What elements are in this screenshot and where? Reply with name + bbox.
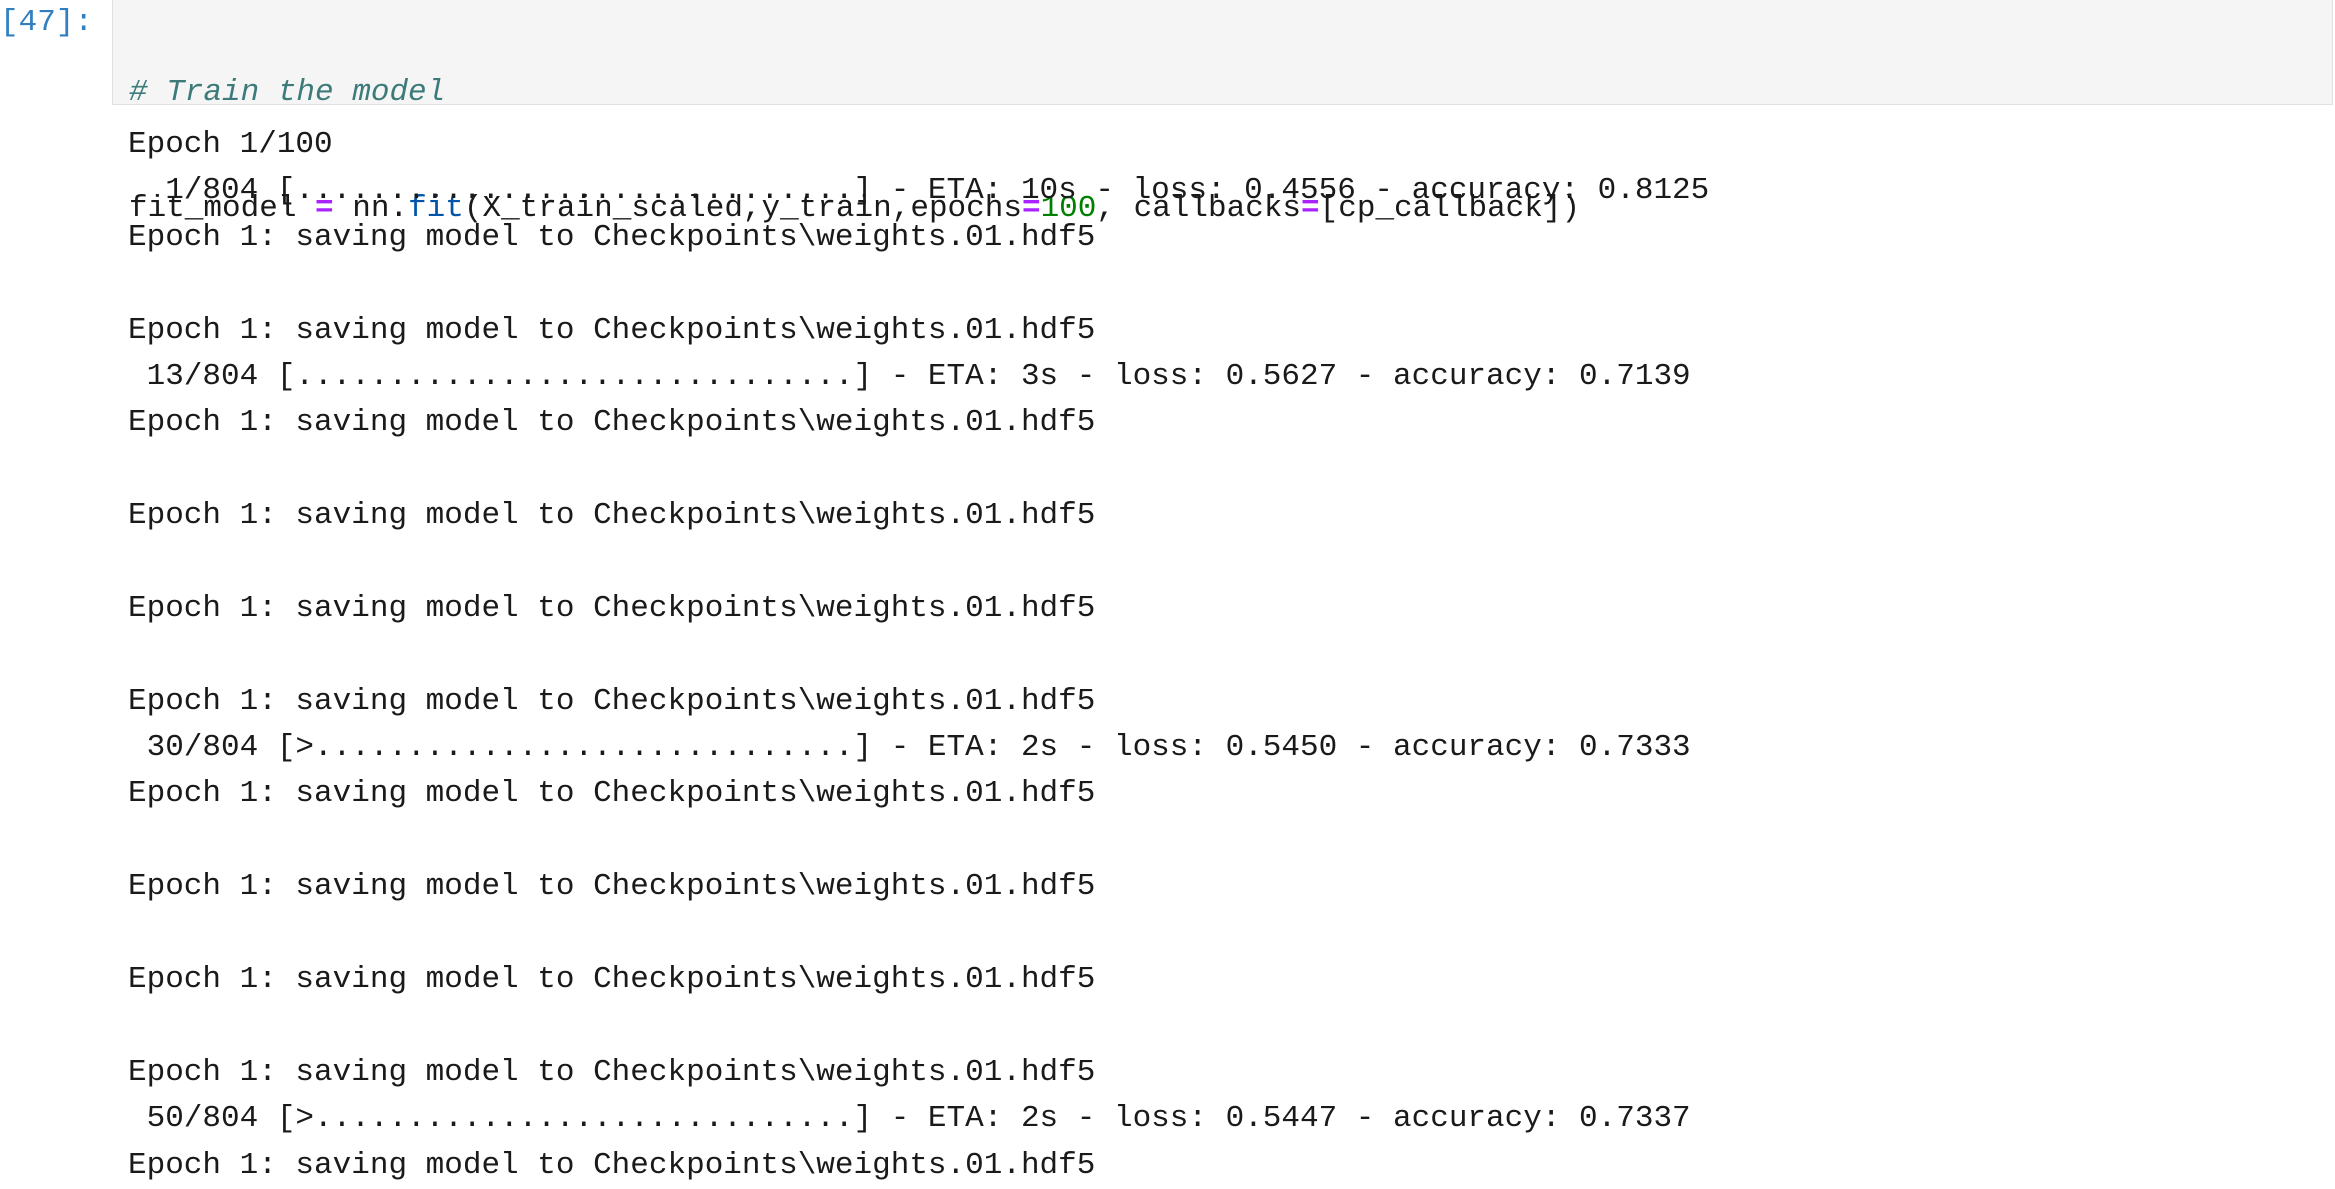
code-cell-input[interactable]: # Train the model fit_model = nn.fit(X_t…	[112, 0, 2333, 226]
output-line: Epoch 1: saving model to Checkpoints\wei…	[128, 405, 1096, 441]
output-line: Epoch 1: saving model to Checkpoints\wei…	[128, 1054, 1096, 1090]
cell-output: Epoch 1/100 1/804 [.....................…	[128, 122, 1709, 1189]
output-line: Epoch 1: saving model to Checkpoints\wei…	[128, 498, 1096, 534]
output-line: Epoch 1: saving model to Checkpoints\wei…	[128, 219, 1096, 255]
output-line: 13/804 [..............................] …	[128, 358, 1691, 394]
output-line: Epoch 1: saving model to Checkpoints\wei…	[128, 312, 1096, 348]
output-line: Epoch 1: saving model to Checkpoints\wei…	[128, 1147, 1096, 1183]
output-line: Epoch 1: saving model to Checkpoints\wei…	[128, 683, 1096, 719]
output-line: Epoch 1/100	[128, 127, 333, 162]
cell-prompt: [47]:	[0, 5, 94, 40]
output-line: Epoch 1: saving model to Checkpoints\wei…	[128, 590, 1096, 626]
output-line: Epoch 1: saving model to Checkpoints\wei…	[128, 869, 1096, 905]
code-line-comment: # Train the model	[129, 70, 1580, 116]
output-line: Epoch 1: saving model to Checkpoints\wei…	[128, 776, 1096, 812]
output-line: 50/804 [>.............................] …	[128, 1101, 1691, 1137]
output-line: 1/804 [..............................] -…	[128, 173, 1710, 209]
output-line: Epoch 1: saving model to Checkpoints\wei…	[128, 962, 1096, 998]
output-line: 30/804 [>.............................] …	[128, 730, 1691, 766]
code-comment: # Train the model	[129, 75, 446, 110]
